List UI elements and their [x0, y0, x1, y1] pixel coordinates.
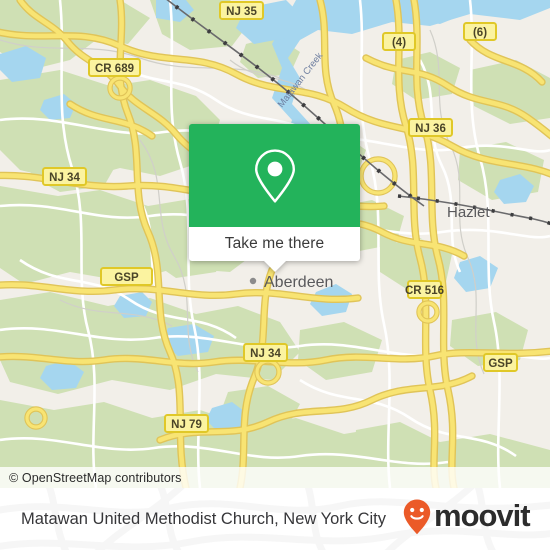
svg-text:(4): (4) — [392, 37, 406, 49]
svg-text:NJ 34: NJ 34 — [250, 348, 281, 360]
place-label-aberdeen: Aberdeen — [264, 274, 333, 291]
road-shield-nj35: NJ 35 — [219, 1, 264, 20]
popup-action-bar[interactable]: Take me there — [189, 227, 360, 261]
svg-text:GSP: GSP — [114, 272, 139, 284]
road-shield-4: (4) — [382, 32, 416, 51]
road-shield-nj79: NJ 79 — [164, 414, 209, 433]
map-attribution[interactable]: © OpenStreetMap contributors — [0, 467, 550, 488]
popup-header — [189, 124, 360, 227]
road-shield-cr516: GSP — [100, 267, 153, 286]
svg-text:CR 516: CR 516 — [405, 285, 444, 297]
road-shield-nj34-west: NJ 34 — [42, 167, 87, 186]
svg-text:NJ 79: NJ 79 — [171, 419, 202, 431]
place-title: Matawan United Methodist Church, New Yor… — [21, 509, 386, 528]
popup-pointer — [263, 261, 286, 272]
svg-text:NJ 36: NJ 36 — [415, 123, 446, 135]
road-shield-nj34-south: NJ 34 — [243, 343, 288, 362]
moovit-wordmark: moovit — [434, 498, 538, 539]
moovit-pin-icon — [402, 498, 432, 541]
road-shield-gsp-north: CR 516 — [405, 280, 444, 299]
aberdeen-place-dot — [249, 277, 257, 285]
map-pin-icon — [253, 148, 297, 204]
page-footer: Matawan United Methodist Church, New Yor… — [0, 488, 550, 550]
road-shield-nj36: NJ 36 — [408, 118, 453, 137]
svg-text:moovit: moovit — [434, 500, 530, 533]
map-attribution-text: © OpenStreetMap contributors — [9, 470, 182, 485]
take-me-there-label: Take me there — [224, 235, 325, 252]
road-shield-6: (6) — [463, 22, 497, 41]
svg-text:NJ 34: NJ 34 — [49, 172, 80, 184]
svg-text:CR 689: CR 689 — [95, 63, 134, 75]
road-shield-gsp-south: GSP — [483, 353, 518, 372]
place-label-hazlet: Hazlet — [447, 204, 490, 221]
take-me-there-popup[interactable]: Take me there — [189, 124, 360, 272]
svg-text:(6): (6) — [473, 27, 487, 39]
svg-text:NJ 35: NJ 35 — [226, 6, 257, 18]
road-shield-cr689: CR 689 — [88, 58, 141, 77]
moovit-map-screenshot: Aberdeen Hazlet Matawan Creek NJ 35 (4) — [0, 0, 550, 550]
moovit-logo[interactable]: moovit — [402, 498, 550, 541]
svg-text:GSP: GSP — [488, 358, 513, 370]
